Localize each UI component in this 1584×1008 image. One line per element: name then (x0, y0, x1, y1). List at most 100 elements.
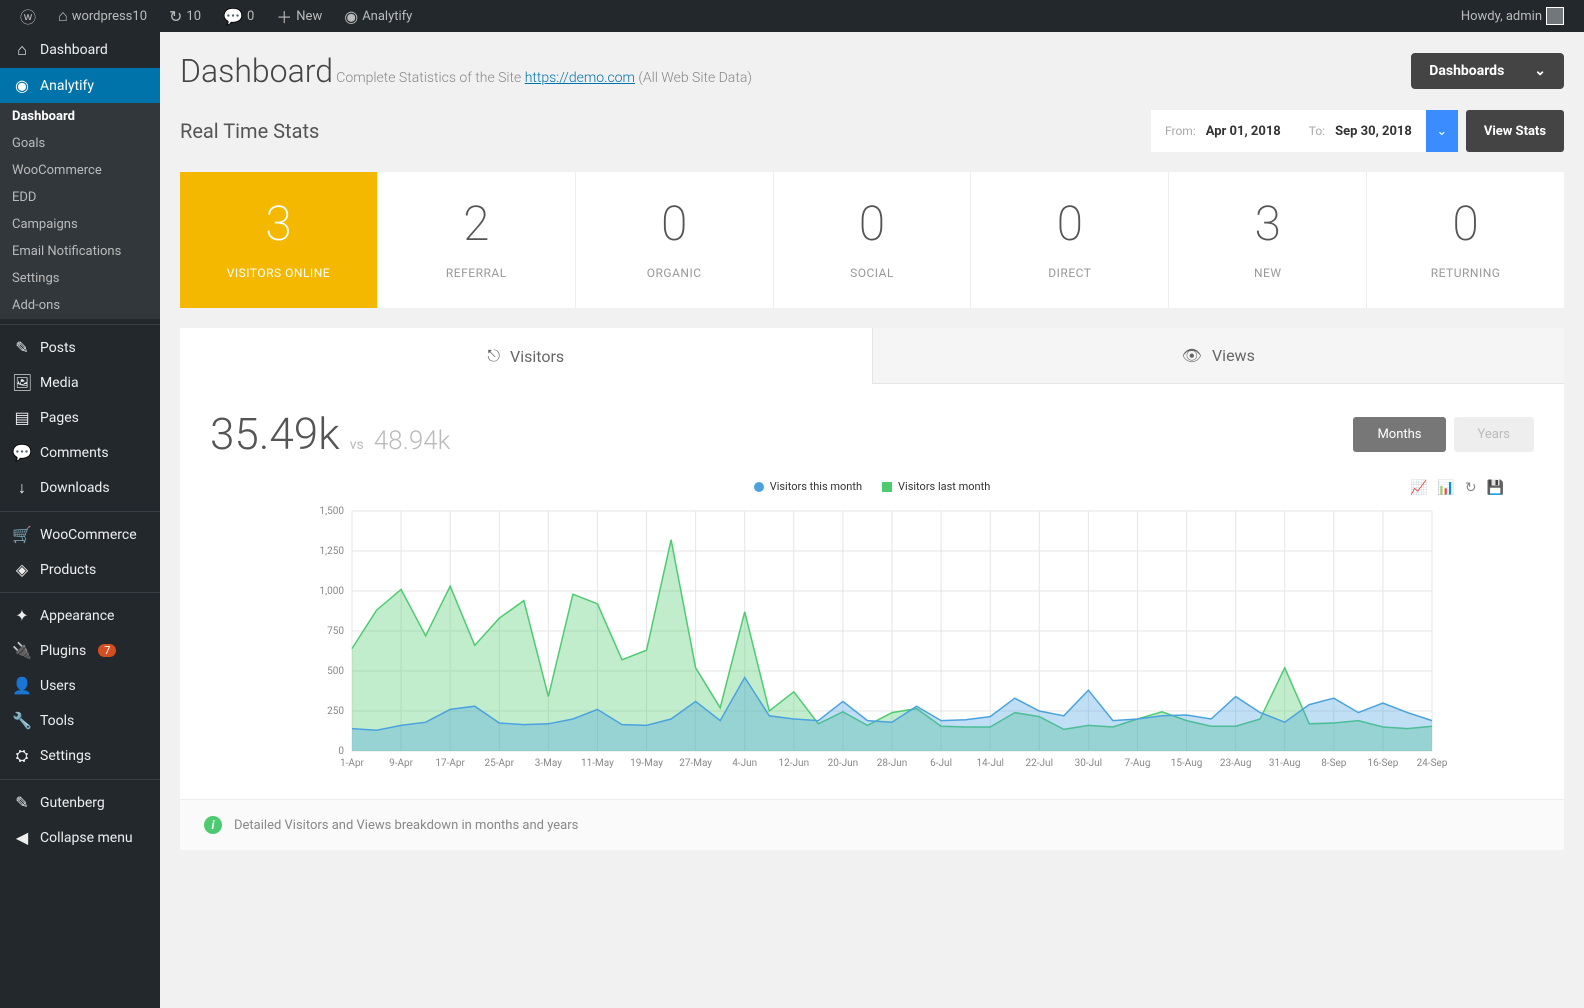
svg-text:24-Sep: 24-Sep (1417, 758, 1448, 769)
admin-sidebar: ⌂Dashboard◉Analytify DashboardGoalsWooCo… (0, 32, 160, 1008)
chart-panel: ⎋Visitors 👁Views 35.49k vs 48.94k Months… (180, 328, 1564, 850)
submenu-dashboard[interactable]: Dashboard (0, 103, 160, 130)
visitors-chart: 02505007501,0001,2501,5001-Apr9-Apr17-Ap… (210, 501, 1534, 771)
eye-icon: 👁 (1182, 346, 1202, 365)
tab-visitors[interactable]: ⎋Visitors (180, 328, 872, 384)
svg-text:9-Apr: 9-Apr (389, 758, 414, 769)
svg-text:15-Aug: 15-Aug (1171, 758, 1203, 769)
sidebar-item-posts[interactable]: ✎Posts (0, 330, 160, 365)
svg-text:30-Jul: 30-Jul (1075, 758, 1102, 769)
chevron-down-icon: ⌄ (1534, 63, 1546, 79)
stat-card-visitors-online[interactable]: 3VISITORS ONLINE (180, 172, 378, 308)
stat-card-new[interactable]: 3NEW (1169, 172, 1367, 308)
realtime-heading: Real Time Stats (180, 119, 319, 143)
sidebar-item-products[interactable]: ◈Products (0, 552, 160, 587)
stat-card-referral[interactable]: 2REFERRAL (378, 172, 576, 308)
svg-text:750: 750 (327, 626, 344, 637)
submenu-campaigns[interactable]: Campaigns (0, 211, 160, 238)
user-icon: ⎋ (487, 346, 500, 366)
site-name[interactable]: ⌂wordpress10 (50, 0, 155, 32)
svg-text:1,500: 1,500 (320, 506, 345, 517)
submenu-add-ons[interactable]: Add-ons (0, 292, 160, 319)
updates-link[interactable]: ↻10 (161, 0, 209, 32)
stat-card-organic[interactable]: 0ORGANIC (576, 172, 774, 308)
legend-this-month[interactable]: Visitors this month (754, 480, 862, 493)
svg-text:28-Jun: 28-Jun (877, 758, 908, 769)
legend-last-month[interactable]: Visitors last month (882, 480, 990, 493)
svg-text:0: 0 (338, 746, 344, 757)
from-date[interactable]: Apr 01, 2018 (1206, 124, 1281, 139)
submenu-goals[interactable]: Goals (0, 130, 160, 157)
svg-text:6-Jul: 6-Jul (930, 758, 952, 769)
stat-card-social[interactable]: 0SOCIAL (774, 172, 972, 308)
svg-text:4-Jun: 4-Jun (732, 758, 757, 769)
summary-main: 35.49k (210, 408, 340, 460)
svg-text:20-Jun: 20-Jun (828, 758, 859, 769)
stat-card-returning[interactable]: 0RETURNING (1367, 172, 1564, 308)
line-chart-icon[interactable]: 📈 (1410, 480, 1427, 496)
svg-text:7-Aug: 7-Aug (1124, 758, 1150, 769)
new-content[interactable]: ＋New (268, 0, 330, 32)
submenu-edd[interactable]: EDD (0, 184, 160, 211)
to-date[interactable]: Sep 30, 2018 (1335, 124, 1412, 139)
sidebar-item-users[interactable]: 👤Users (0, 668, 160, 703)
info-icon: i (204, 816, 222, 834)
page-subtitle: Complete Statistics of the Site https://… (336, 70, 752, 86)
svg-text:8-Sep: 8-Sep (1321, 758, 1347, 769)
sidebar-item-appearance[interactable]: ✦Appearance (0, 598, 160, 633)
sidebar-item-collapse-menu[interactable]: ◀Collapse menu (0, 820, 160, 855)
sidebar-item-gutenberg[interactable]: ✎Gutenberg (0, 785, 160, 820)
bar-chart-icon[interactable]: 📊 (1437, 480, 1454, 496)
svg-text:31-Aug: 31-Aug (1269, 758, 1301, 769)
sidebar-item-tools[interactable]: 🔧Tools (0, 703, 160, 738)
svg-text:17-Apr: 17-Apr (435, 758, 465, 769)
view-stats-button[interactable]: View Stats (1466, 110, 1564, 152)
sidebar-item-media[interactable]: 🖼Media (0, 365, 160, 400)
sidebar-item-dashboard[interactable]: ⌂Dashboard (0, 32, 160, 68)
dashboards-dropdown[interactable]: Dashboards⌄ (1411, 53, 1564, 89)
site-url-link[interactable]: https://demo.com (525, 70, 635, 86)
admin-topbar: ⓦ ⌂wordpress10 ↻10 💬0 ＋New ◉Analytify Ho… (0, 0, 1584, 32)
avatar (1546, 7, 1564, 25)
page-title: Dashboard (180, 52, 333, 90)
toggle-months[interactable]: Months (1353, 417, 1445, 452)
sidebar-item-downloads[interactable]: ↓Downloads (0, 470, 160, 506)
svg-text:22-Jul: 22-Jul (1026, 758, 1053, 769)
date-toggle[interactable]: ⌄ (1426, 110, 1458, 152)
svg-text:1,000: 1,000 (320, 586, 345, 597)
comments-link[interactable]: 💬0 (215, 0, 262, 32)
main-content: Dashboard Complete Statistics of the Sit… (160, 32, 1584, 1008)
sidebar-item-woocommerce[interactable]: 🛒WooCommerce (0, 517, 160, 552)
svg-text:19-May: 19-May (630, 758, 663, 769)
stat-cards: 3VISITORS ONLINE2REFERRAL0ORGANIC0SOCIAL… (180, 172, 1564, 308)
tab-views[interactable]: 👁Views (872, 328, 1565, 384)
svg-text:27-May: 27-May (679, 758, 712, 769)
sidebar-item-plugins[interactable]: 🔌Plugins7 (0, 633, 160, 668)
date-range: From:Apr 01, 2018 To:Sep 30, 2018 ⌄ (1151, 110, 1458, 152)
chart-footer: i Detailed Visitors and Views breakdown … (180, 799, 1564, 850)
sidebar-item-comments[interactable]: 💬Comments (0, 435, 160, 470)
svg-text:16-Sep: 16-Sep (1367, 758, 1398, 769)
sidebar-item-pages[interactable]: ▤Pages (0, 400, 160, 435)
svg-text:1,250: 1,250 (320, 546, 345, 557)
submenu-email-notifications[interactable]: Email Notifications (0, 238, 160, 265)
refresh-icon[interactable]: ↻ (1465, 480, 1477, 496)
save-icon[interactable]: 💾 (1487, 480, 1504, 496)
svg-text:1-Apr: 1-Apr (340, 758, 365, 769)
sidebar-item-settings[interactable]: ⛭Settings (0, 738, 160, 774)
submenu-woocommerce[interactable]: WooCommerce (0, 157, 160, 184)
user-greeting[interactable]: Howdy, admin (1453, 0, 1572, 32)
submenu-settings[interactable]: Settings (0, 265, 160, 292)
toggle-years[interactable]: Years (1454, 417, 1534, 452)
sidebar-item-analytify[interactable]: ◉Analytify (0, 68, 160, 103)
svg-text:23-Aug: 23-Aug (1220, 758, 1252, 769)
wp-logo[interactable]: ⓦ (12, 0, 44, 32)
stat-card-direct[interactable]: 0DIRECT (971, 172, 1169, 308)
summary-comparison: 48.94k (374, 426, 451, 456)
svg-text:11-May: 11-May (581, 758, 614, 769)
analytify-link[interactable]: ◉Analytify (336, 0, 420, 32)
svg-text:3-May: 3-May (535, 758, 562, 769)
svg-text:25-Apr: 25-Apr (485, 758, 515, 769)
svg-text:12-Jun: 12-Jun (779, 758, 810, 769)
svg-text:500: 500 (327, 666, 344, 677)
